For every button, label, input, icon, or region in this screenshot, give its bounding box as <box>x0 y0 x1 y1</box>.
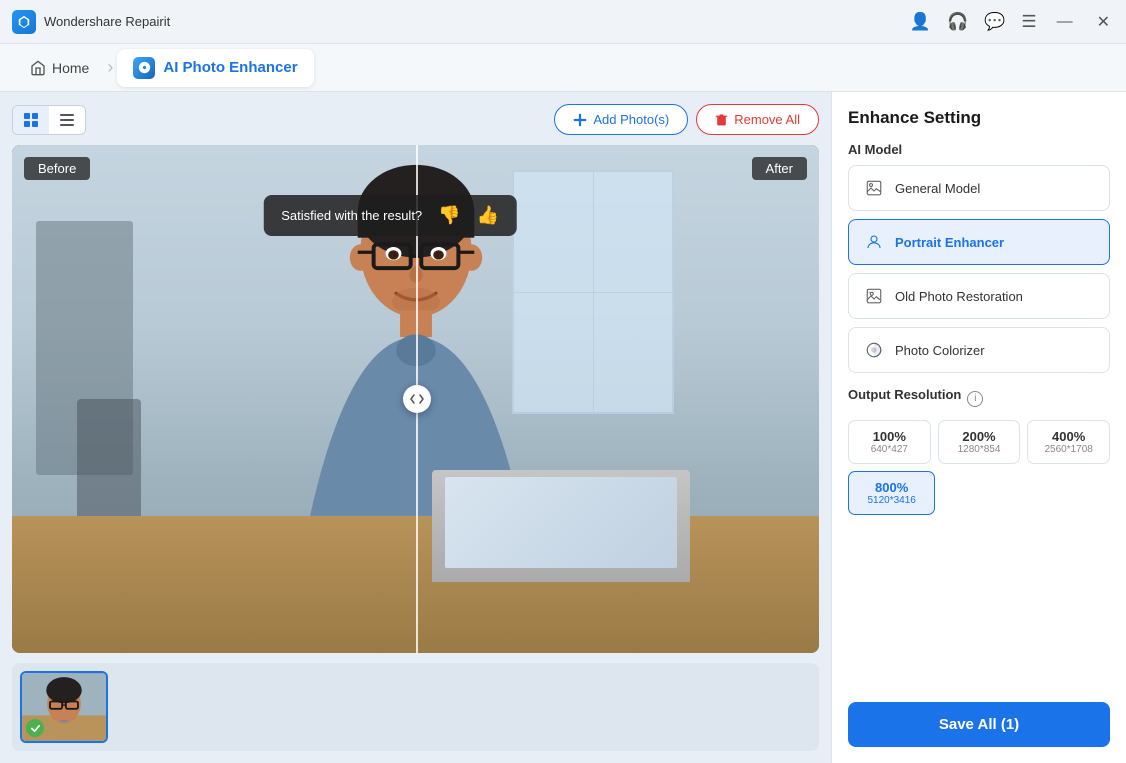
model-option-general[interactable]: General Model <box>848 165 1110 211</box>
thumbs-up-button[interactable]: 👍 <box>477 205 499 226</box>
model-option-portrait[interactable]: Portrait Enhancer <box>848 219 1110 265</box>
thumbnail-strip <box>12 663 819 751</box>
enhance-title: Enhance Setting <box>848 108 1110 128</box>
home-label: Home <box>52 60 89 76</box>
navbar: Home › AI Photo Enhancer <box>0 44 1126 92</box>
grid-icon <box>23 112 39 128</box>
resolution-section: Output Resolution i 100% 640*427 200% 12… <box>848 387 1110 515</box>
thumbnail-check-icon <box>26 719 44 737</box>
resolution-400-button[interactable]: 400% 2560*1708 <box>1027 420 1110 464</box>
res-800-pct: 800% <box>853 480 930 495</box>
add-icon <box>573 113 587 127</box>
right-panel: Enhance Setting AI Model General Model <box>831 92 1126 763</box>
app-icon <box>12 10 36 34</box>
satisfaction-popup: Satisfied with the result? 👎 👍 <box>263 195 517 236</box>
remove-all-button[interactable]: Remove All <box>696 104 819 135</box>
active-tab[interactable]: AI Photo Enhancer <box>117 49 313 87</box>
home-icon <box>30 60 46 76</box>
titlebar: Wondershare Repairit 👤 🎧 💬 ☰ — ✕ <box>0 0 1126 44</box>
close-button[interactable]: ✕ <box>1093 10 1114 34</box>
toolbar: Add Photo(s) Remove All <box>12 104 819 135</box>
res-100-pct: 100% <box>853 429 926 444</box>
colorizer-icon <box>863 339 885 361</box>
menu-icon[interactable]: ☰ <box>1021 12 1036 32</box>
list-view-button[interactable] <box>49 106 85 134</box>
nav-separator: › <box>107 57 113 78</box>
old-photo-label: Old Photo Restoration <box>895 289 1023 304</box>
general-model-icon <box>863 177 885 199</box>
titlebar-controls: 👤 🎧 💬 ☰ — ✕ <box>910 10 1114 34</box>
resolution-grid: 100% 640*427 200% 1280*854 400% 2560*170… <box>848 420 1110 464</box>
view-toggles <box>12 105 86 135</box>
resolution-200-button[interactable]: 200% 1280*854 <box>938 420 1021 464</box>
resolution-800-button[interactable]: 800% 5120*3416 <box>848 471 935 515</box>
list-icon <box>59 112 75 128</box>
app-title: Wondershare Repairit <box>44 14 170 29</box>
res-200-dim: 1280*854 <box>943 444 1016 455</box>
ai-model-section: AI Model General Model <box>848 142 1110 373</box>
tab-icon <box>133 57 155 79</box>
res-400-pct: 400% <box>1032 429 1105 444</box>
resolution-100-button[interactable]: 100% 640*427 <box>848 420 931 464</box>
satisfaction-text: Satisfied with the result? <box>281 208 422 223</box>
res-200-pct: 200% <box>943 429 1016 444</box>
resolution-label-row: Output Resolution i <box>848 387 1110 410</box>
photo-viewer: Before After Satisfied with the result? … <box>12 145 819 653</box>
grid-view-button[interactable] <box>13 106 49 134</box>
trash-icon <box>715 113 728 126</box>
active-tab-label: AI Photo Enhancer <box>163 59 297 76</box>
titlebar-left: Wondershare Repairit <box>12 10 170 34</box>
chevron-both-icon <box>410 392 424 406</box>
info-icon[interactable]: i <box>967 391 983 407</box>
ai-model-label: AI Model <box>848 142 1110 157</box>
main-layout: Add Photo(s) Remove All <box>0 92 1126 763</box>
after-label: After <box>752 157 807 180</box>
headset-icon[interactable]: 🎧 <box>947 12 968 32</box>
res-100-dim: 640*427 <box>853 444 926 455</box>
add-photos-label: Add Photo(s) <box>593 112 669 127</box>
save-all-button[interactable]: Save All (1) <box>848 702 1110 747</box>
res-400-dim: 2560*1708 <box>1032 444 1105 455</box>
output-resolution-label: Output Resolution <box>848 387 961 402</box>
model-option-old-photo[interactable]: Old Photo Restoration <box>848 273 1110 319</box>
laptop <box>432 470 690 582</box>
chat-icon[interactable]: 💬 <box>984 12 1005 32</box>
remove-all-label: Remove All <box>734 112 800 127</box>
checkmark-icon <box>30 723 41 734</box>
divider-handle[interactable] <box>403 385 431 413</box>
account-icon[interactable]: 👤 <box>910 12 931 32</box>
before-label: Before <box>24 157 90 180</box>
add-photos-button[interactable]: Add Photo(s) <box>554 104 688 135</box>
thumbs-down-button[interactable]: 👎 <box>438 205 460 226</box>
portrait-icon <box>863 231 885 253</box>
model-option-colorizer[interactable]: Photo Colorizer <box>848 327 1110 373</box>
res-800-dim: 5120*3416 <box>853 495 930 506</box>
old-photo-icon <box>863 285 885 307</box>
portrait-enhancer-label: Portrait Enhancer <box>895 235 1004 250</box>
general-model-label: General Model <box>895 181 980 196</box>
photo-colorizer-label: Photo Colorizer <box>895 343 985 358</box>
thumbnail-item[interactable] <box>20 671 108 743</box>
minimize-button[interactable]: — <box>1053 11 1077 33</box>
left-panel: Add Photo(s) Remove All <box>0 92 831 763</box>
home-nav-item[interactable]: Home <box>16 54 103 82</box>
